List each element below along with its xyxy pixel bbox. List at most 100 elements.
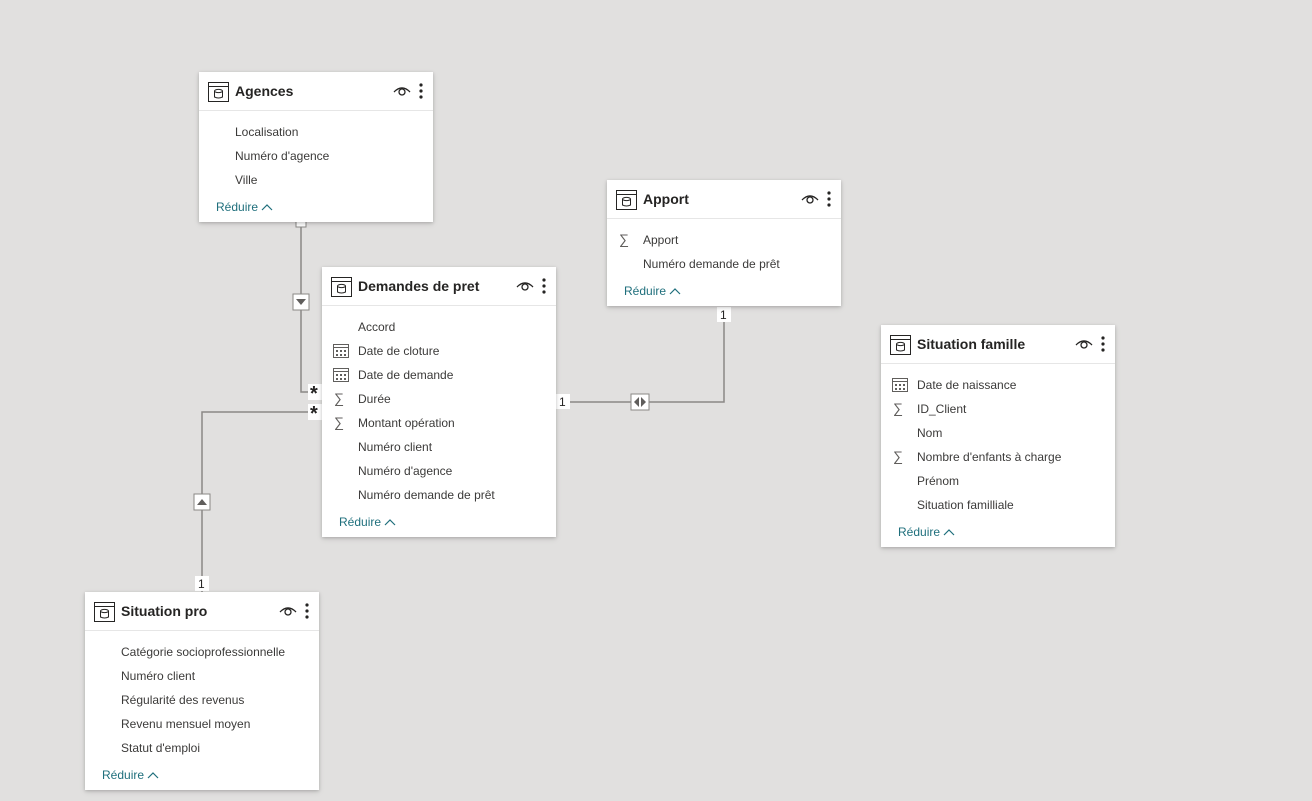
table-header[interactable]: Situation famille — [881, 325, 1115, 364]
field-item[interactable]: ∑ ID_Client — [881, 397, 1115, 421]
field-item[interactable]: Numéro demande de prêt — [322, 483, 556, 507]
collapse-label: Réduire — [102, 768, 145, 782]
more-options-icon[interactable] — [823, 190, 835, 208]
collapse-button[interactable]: Réduire — [102, 766, 159, 784]
table-icon — [208, 82, 229, 102]
table-header[interactable]: Demandes de pret — [322, 267, 556, 306]
field-item[interactable]: ∑ Montant opération — [322, 411, 556, 435]
field-item[interactable]: Numéro client — [322, 435, 556, 459]
calendar-icon — [333, 344, 349, 358]
model-canvas[interactable]: * * 1 1 1 Agences Localisation Numéro d'… — [0, 0, 1312, 801]
table-card-demandes-de-pret[interactable]: Demandes de pret Accord Date de cloture … — [322, 267, 556, 537]
filter-direction-up-icon — [193, 493, 211, 511]
field-item[interactable]: Accord — [322, 315, 556, 339]
relationship-line-apport-demandes[interactable] — [556, 307, 725, 403]
field-item[interactable]: Date de cloture — [322, 339, 556, 363]
field-label: ID_Client — [917, 402, 967, 416]
collapse-button[interactable]: Réduire — [339, 513, 396, 531]
field-item[interactable]: Numéro d'agence — [322, 459, 556, 483]
field-label: Localisation — [235, 125, 299, 139]
field-list: Date de naissance ∑ ID_Client Nom ∑ Nombre… — [881, 364, 1115, 517]
table-card-situation-famille[interactable]: Situation famille Date de naissance ∑ ID_… — [881, 325, 1115, 547]
collapse-label: Réduire — [898, 525, 941, 539]
table-card-agences[interactable]: Agences Localisation Numéro d'agence Vil… — [199, 72, 433, 222]
eye-icon[interactable] — [516, 279, 534, 293]
field-list: Catégorie socioprofessionnelle Numéro cl… — [85, 631, 319, 760]
chevron-up-icon — [669, 288, 681, 295]
field-item[interactable]: Localisation — [199, 120, 433, 144]
eye-icon[interactable] — [801, 192, 819, 206]
collapse-button[interactable]: Réduire — [216, 198, 273, 216]
cardinality-one-apport: 1 — [720, 308, 727, 322]
field-label: Numéro d'agence — [358, 464, 453, 478]
collapse-label: Réduire — [216, 200, 259, 214]
field-item[interactable]: ∑ Apport — [607, 228, 841, 252]
field-label: Date de naissance — [917, 378, 1017, 392]
eye-icon[interactable] — [279, 604, 297, 618]
chevron-up-icon — [147, 772, 159, 779]
field-label: Numéro d'agence — [235, 149, 330, 163]
field-label: Numéro demande de prêt — [643, 257, 780, 271]
table-header[interactable]: Apport — [607, 180, 841, 219]
table-icon — [94, 602, 115, 622]
field-label: Revenu mensuel moyen — [121, 717, 251, 731]
field-label: Date de demande — [358, 368, 454, 382]
table-header[interactable]: Agences — [199, 72, 433, 111]
cardinality-many-agences: * — [310, 383, 318, 405]
table-header[interactable]: Situation pro — [85, 592, 319, 631]
sum-icon: ∑ — [334, 414, 344, 430]
field-item[interactable]: Statut d'emploi — [85, 736, 319, 760]
sum-icon: ∑ — [334, 390, 344, 406]
field-label: Prénom — [917, 474, 960, 488]
table-icon — [331, 277, 352, 297]
eye-icon[interactable] — [1075, 337, 1093, 351]
field-item[interactable]: Situation familliale — [881, 493, 1115, 517]
field-label: Durée — [358, 392, 391, 406]
cardinality-one-demandes: 1 — [559, 395, 566, 409]
table-title: Agences — [235, 83, 294, 99]
field-label: Régularité des revenus — [121, 693, 245, 707]
field-label: Numéro client — [121, 669, 196, 683]
field-item[interactable]: Prénom — [881, 469, 1115, 493]
more-options-icon[interactable] — [538, 277, 550, 295]
chevron-up-icon — [261, 204, 273, 211]
more-options-icon[interactable] — [301, 602, 313, 620]
cardinality-many-pro: * — [310, 403, 318, 425]
field-label: Ville — [235, 173, 258, 187]
eye-icon[interactable] — [393, 84, 411, 98]
more-options-icon[interactable] — [415, 82, 427, 100]
calendar-icon — [892, 378, 908, 392]
field-item[interactable]: Catégorie socioprofessionnelle — [85, 640, 319, 664]
field-item[interactable]: Revenu mensuel moyen — [85, 712, 319, 736]
table-icon — [890, 335, 911, 355]
chevron-up-icon — [384, 519, 396, 526]
field-item[interactable]: ∑ Durée — [322, 387, 556, 411]
sum-icon: ∑ — [893, 448, 903, 464]
more-options-icon[interactable] — [1097, 335, 1109, 353]
field-item[interactable]: ∑ Nombre d'enfants à charge — [881, 445, 1115, 469]
table-title: Situation famille — [917, 336, 1026, 352]
field-item[interactable]: Nom — [881, 421, 1115, 445]
field-item[interactable]: Numéro client — [85, 664, 319, 688]
table-card-situation-pro[interactable]: Situation pro Catégorie socioprofessionn… — [85, 592, 319, 790]
sum-icon: ∑ — [619, 231, 629, 247]
relationship-line-pro-demandes[interactable] — [201, 411, 322, 592]
field-label: Apport — [643, 233, 679, 247]
field-list: Localisation Numéro d'agence Ville — [199, 111, 433, 192]
field-item[interactable]: Numéro demande de prêt — [607, 252, 841, 276]
field-item[interactable]: Ville — [199, 168, 433, 192]
collapse-button[interactable]: Réduire — [898, 523, 955, 541]
collapse-label: Réduire — [339, 515, 382, 529]
collapse-button[interactable]: Réduire — [624, 282, 681, 300]
field-item[interactable]: Régularité des revenus — [85, 688, 319, 712]
field-label: Situation familliale — [917, 498, 1014, 512]
field-item[interactable]: Date de naissance — [881, 373, 1115, 397]
field-label: Numéro demande de prêt — [358, 488, 495, 502]
filter-direction-down-icon — [292, 293, 310, 311]
field-label: Catégorie socioprofessionnelle — [121, 645, 286, 659]
field-list: Accord Date de cloture Date de demande ∑… — [322, 306, 556, 507]
field-label: Accord — [358, 320, 396, 334]
field-item[interactable]: Numéro d'agence — [199, 144, 433, 168]
field-item[interactable]: Date de demande — [322, 363, 556, 387]
table-card-apport[interactable]: Apport ∑ Apport Numéro demande de prêt Ré… — [607, 180, 841, 306]
